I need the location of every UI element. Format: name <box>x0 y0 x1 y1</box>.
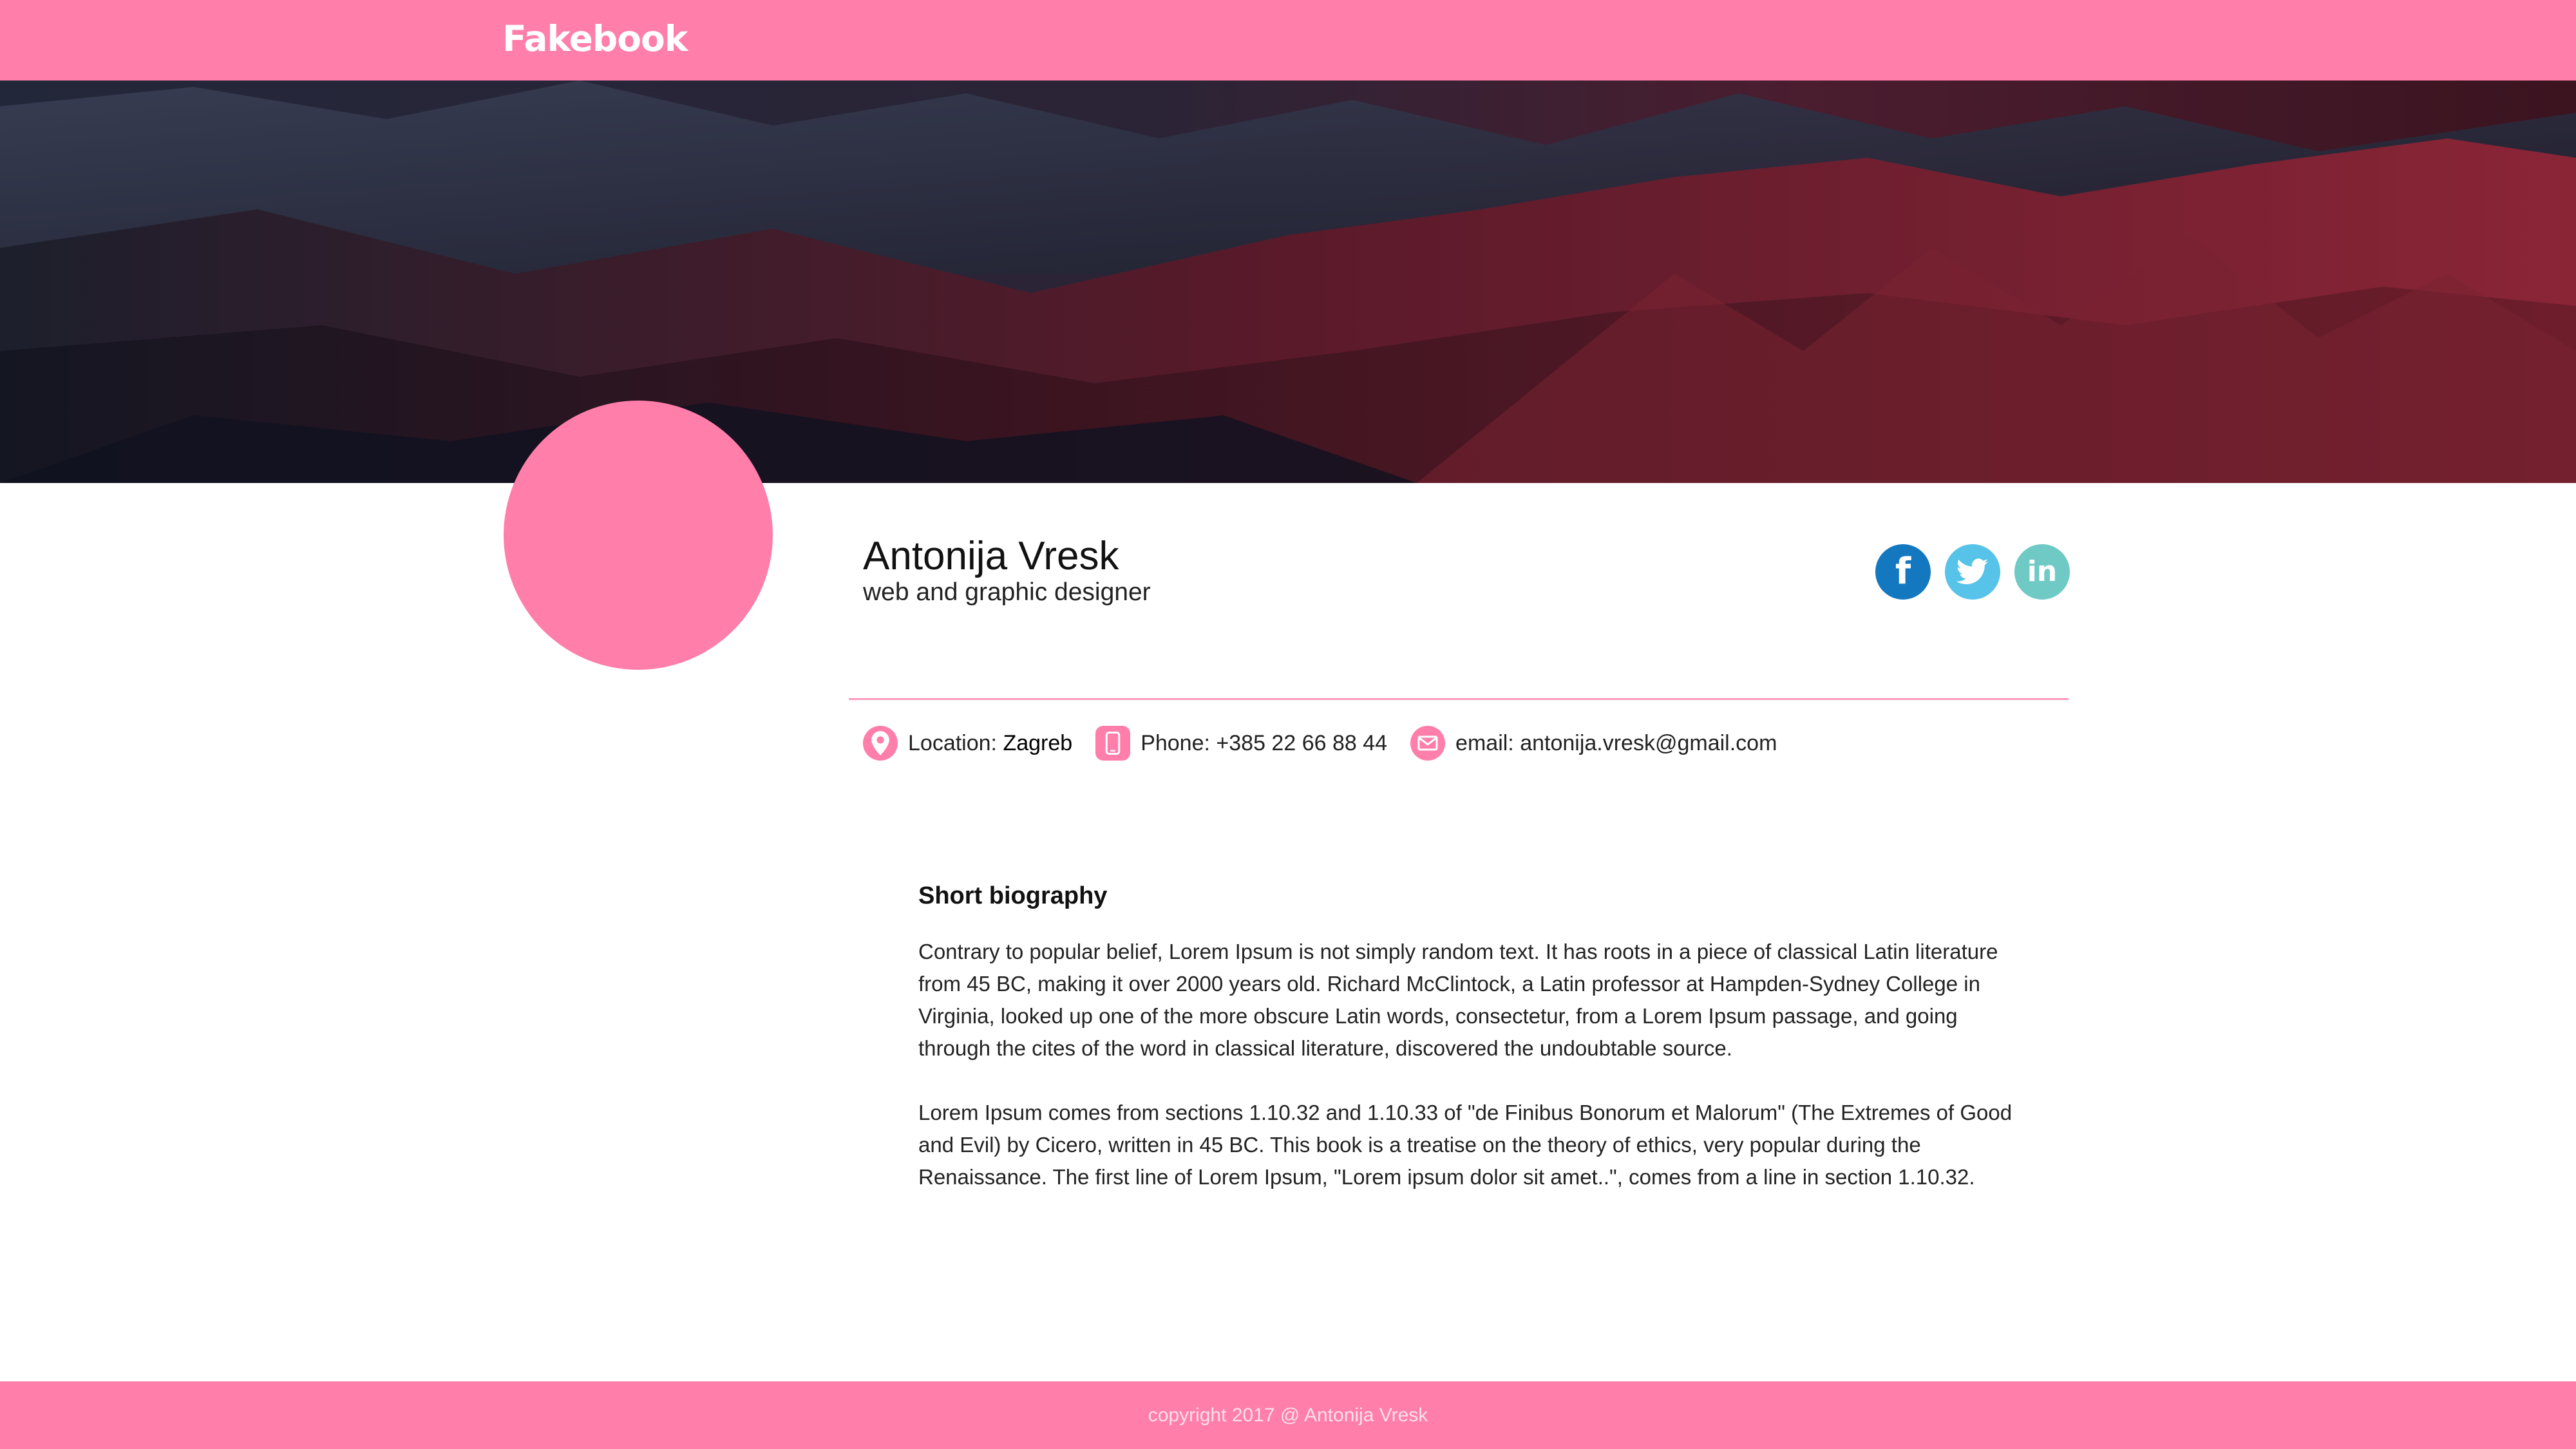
bio-paragraph: Contrary to popular belief, Lorem Ipsum … <box>918 940 1998 1060</box>
contact-phone: Phone: +385 22 66 88 44 <box>1095 726 1387 761</box>
facebook-button[interactable]: f <box>1875 544 1931 600</box>
profile-avatar[interactable] <box>504 401 773 670</box>
cover-photo <box>0 80 2576 483</box>
phone-icon <box>1095 726 1131 761</box>
email-text[interactable]: email: antonija.vresk@gmail.com <box>1455 731 1777 756</box>
cover-mountains-illustration <box>0 80 2576 483</box>
twitter-button[interactable] <box>1945 544 2000 600</box>
location-label: Location: <box>908 730 997 755</box>
facebook-icon: f <box>1895 551 1911 592</box>
profile-title: web and graphic designer <box>863 578 1151 606</box>
location-pin-icon <box>863 726 898 761</box>
twitter-icon <box>1956 558 1989 585</box>
footer: copyright 2017 @ Antonija Vresk <box>0 1381 2576 1449</box>
top-navbar: Fakebook <box>0 0 2576 80</box>
site-logo[interactable]: Fakebook <box>502 18 688 59</box>
section-divider <box>849 698 2069 700</box>
linkedin-button[interactable]: in <box>2014 544 2070 600</box>
biography-section: Short biography Contrary to popular beli… <box>918 882 2026 1226</box>
contact-location: Location: Zagreb <box>863 726 1072 761</box>
bio-heading: Short biography <box>918 882 1108 909</box>
phone-text: Phone: +385 22 66 88 44 <box>1141 730 1388 755</box>
bio-paragraph: Lorem Ipsum comes from sections 1.10.32 … <box>918 1101 2012 1189</box>
profile-name: Antonija Vresk <box>863 534 1119 578</box>
linkedin-icon: in <box>2027 555 2058 588</box>
location-value: Zagreb <box>1003 730 1073 755</box>
contact-email: email: antonija.vresk@gmail.com <box>1410 726 1777 761</box>
mail-icon <box>1410 726 1446 761</box>
contact-info: Location: Zagreb Phone: +385 22 66 88 44… <box>863 724 1800 762</box>
copyright-text: copyright 2017 @ Antonija Vresk <box>1148 1404 1428 1426</box>
